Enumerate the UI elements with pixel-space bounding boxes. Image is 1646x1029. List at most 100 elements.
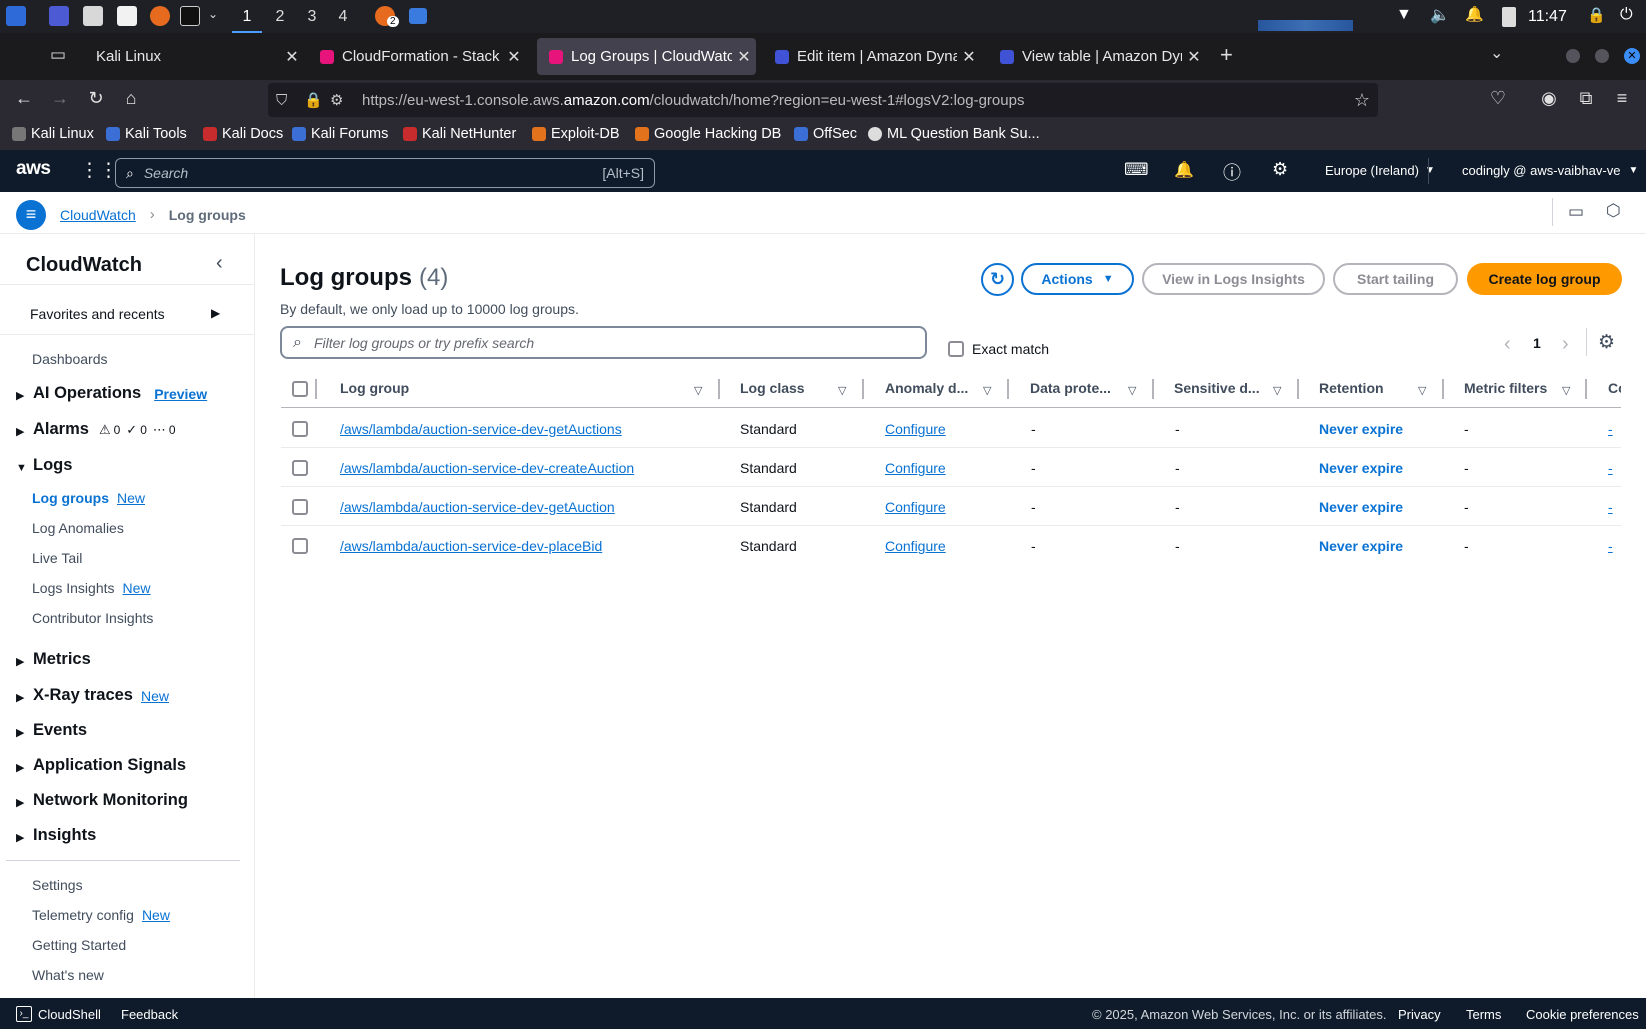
configure-anomaly-link[interactable]: Configure — [885, 538, 946, 554]
new-tag[interactable]: New — [141, 688, 169, 704]
volume-icon[interactable]: 🔈 — [1430, 5, 1450, 25]
tab-overview-icon[interactable]: ▭ — [50, 45, 66, 65]
maximize-icon[interactable] — [1595, 49, 1609, 63]
hexagon-icon[interactable]: ⬡ — [1606, 201, 1621, 221]
workspace-1[interactable]: 1 — [232, 0, 262, 33]
settings-gear-icon[interactable]: ⚙ — [1272, 159, 1288, 180]
column-header-retention[interactable]: Retention — [1319, 380, 1384, 396]
configure-anomaly-link[interactable]: Configure — [885, 460, 946, 476]
workspace-2[interactable]: 2 — [265, 0, 295, 33]
log-group-link[interactable]: /aws/lambda/auction-service-dev-getAucti… — [340, 421, 622, 437]
tab-edit-item[interactable]: Edit item | Amazon Dynam ✕ — [763, 38, 981, 75]
column-header-log-class[interactable]: Log class — [740, 380, 805, 396]
kali-menu-icon[interactable] — [6, 6, 26, 26]
sort-icon[interactable]: ▽ — [1273, 384, 1281, 397]
tab-log-groups[interactable]: Log Groups | CloudWatch ✕ — [537, 38, 756, 75]
bookmark-kali-forums[interactable]: Kali Forums — [292, 126, 388, 142]
sidebar-item-dashboards[interactable]: Dashboards — [32, 351, 108, 367]
chevron-down-icon[interactable]: ⌄ — [208, 7, 218, 21]
previous-page-icon[interactable]: ‹ — [1504, 333, 1511, 356]
caret-right-icon[interactable]: ▶ — [16, 726, 24, 739]
bookmark-exploit-db[interactable]: Exploit-DB — [532, 126, 620, 142]
sort-icon[interactable]: ▽ — [1128, 384, 1136, 397]
column-header-metric-filters[interactable]: Metric filters — [1464, 380, 1547, 396]
minimize-icon[interactable] — [1566, 49, 1580, 63]
desktop-icon[interactable] — [49, 6, 69, 26]
bookmark-kali-docs[interactable]: Kali Docs — [203, 126, 283, 142]
next-page-icon[interactable]: › — [1562, 333, 1569, 356]
sidebar-section-alarms[interactable]: Alarms ⚠ 0 ✓ 0 ⋯ 0 — [33, 420, 176, 439]
file-manager-icon[interactable] — [83, 6, 103, 26]
close-icon[interactable]: ✕ — [280, 47, 304, 67]
configure-anomaly-link[interactable]: Configure — [885, 499, 946, 515]
battery-icon[interactable] — [1502, 7, 1516, 27]
view-in-logs-insights-button[interactable]: View in Logs Insights — [1142, 263, 1325, 295]
bookmark-google-hacking-db[interactable]: Google Hacking DB — [635, 126, 781, 142]
clock[interactable]: 11:47 — [1528, 8, 1567, 26]
caret-right-icon[interactable]: ▶ — [211, 306, 220, 320]
new-tag[interactable]: New — [142, 907, 170, 923]
sidebar-section-ai-operations[interactable]: AI Operations Preview — [33, 384, 207, 403]
bookmark-star-icon[interactable]: ☆ — [1354, 90, 1370, 111]
caret-right-icon[interactable]: ▶ — [16, 831, 24, 844]
back-icon[interactable]: ← — [11, 88, 37, 109]
lock-icon[interactable]: 🔒 — [1587, 6, 1606, 24]
workspace-3[interactable]: 3 — [297, 0, 327, 33]
close-icon[interactable]: ✕ — [957, 47, 981, 67]
sidebar-section-network-monitoring[interactable]: Network Monitoring — [33, 791, 188, 810]
wifi-icon[interactable]: ▼ — [1396, 6, 1412, 24]
column-separator[interactable] — [718, 379, 720, 399]
bookmark-kali-linux[interactable]: Kali Linux — [12, 126, 94, 142]
filter-log-groups-input[interactable]: ⌕ Filter log groups or try prefix search — [280, 326, 927, 359]
notification-icon[interactable]: 🔔 — [1465, 5, 1484, 23]
new-tag[interactable]: New — [117, 490, 145, 506]
sidebar-item-log-anomalies[interactable]: Log Anomalies — [32, 520, 124, 536]
caret-down-icon[interactable]: ▼ — [16, 462, 27, 474]
tab-view-table[interactable]: View table | Amazon Dyna ✕ — [988, 38, 1206, 75]
caret-right-icon[interactable]: ▶ — [16, 691, 24, 704]
sort-icon[interactable]: ▽ — [983, 384, 991, 397]
contributor-link[interactable]: - — [1608, 460, 1613, 476]
cloudshell-button[interactable]: ›_ CloudShell — [16, 1006, 101, 1022]
sidebar-item-logs-insights[interactable]: Logs Insights New — [32, 580, 151, 596]
contributor-link[interactable]: - — [1608, 421, 1613, 437]
help-icon[interactable]: ⓘ — [1223, 159, 1241, 185]
bookmark-kali-nethunter[interactable]: Kali NetHunter — [403, 126, 516, 142]
bell-icon[interactable]: 🔔 — [1174, 160, 1194, 180]
power-icon[interactable]: ⏻ — [1620, 6, 1633, 24]
caret-right-icon[interactable]: ▶ — [16, 796, 24, 809]
text-editor-icon[interactable] — [117, 6, 137, 26]
firefox-icon[interactable] — [150, 6, 170, 26]
cloudshell-icon[interactable]: ⌨ — [1124, 160, 1149, 180]
contributor-link[interactable]: - — [1608, 538, 1613, 554]
retention-link[interactable]: Never expire — [1319, 460, 1403, 476]
retention-link[interactable]: Never expire — [1319, 421, 1403, 437]
close-icon[interactable]: ✕ — [732, 47, 756, 67]
bookmark-offsec[interactable]: OffSec — [794, 126, 857, 142]
actions-button[interactable]: Actions ▼ — [1021, 263, 1134, 295]
exact-match-checkbox[interactable] — [948, 341, 964, 357]
forward-icon[interactable]: → — [47, 88, 73, 109]
account-icon[interactable]: ◉ — [1536, 88, 1562, 109]
caret-right-icon[interactable]: ▶ — [16, 761, 24, 774]
column-header-contributor[interactable]: Co — [1608, 380, 1621, 396]
terms-link[interactable]: Terms — [1466, 1007, 1501, 1022]
log-group-link[interactable]: /aws/lambda/auction-service-dev-createAu… — [340, 460, 634, 476]
contributor-link[interactable]: - — [1608, 499, 1613, 515]
sidebar-section-events[interactable]: Events — [33, 721, 87, 740]
create-log-group-button[interactable]: Create log group — [1467, 263, 1622, 295]
feedback-link[interactable]: Feedback — [121, 1007, 178, 1022]
retention-link[interactable]: Never expire — [1319, 499, 1403, 515]
account-menu[interactable]: codingly @ aws-vaibhav-ve ▼ — [1462, 163, 1638, 178]
column-header-log-group[interactable]: Log group — [340, 380, 409, 396]
favorites-and-recents[interactable]: Favorites and recents — [30, 306, 165, 322]
start-tailing-button[interactable]: Start tailing — [1333, 263, 1458, 295]
sidebar-section-metrics[interactable]: Metrics — [33, 650, 91, 669]
table-settings-icon[interactable]: ⚙ — [1598, 331, 1615, 354]
region-selector[interactable]: Europe (Ireland) ▼ — [1325, 163, 1435, 178]
sort-icon[interactable]: ▽ — [1418, 384, 1426, 397]
sort-icon[interactable]: ▽ — [838, 384, 846, 397]
preview-tag[interactable]: Preview — [154, 386, 207, 402]
shield-icon[interactable]: ⛉ — [276, 92, 296, 109]
row-checkbox[interactable] — [292, 460, 308, 476]
